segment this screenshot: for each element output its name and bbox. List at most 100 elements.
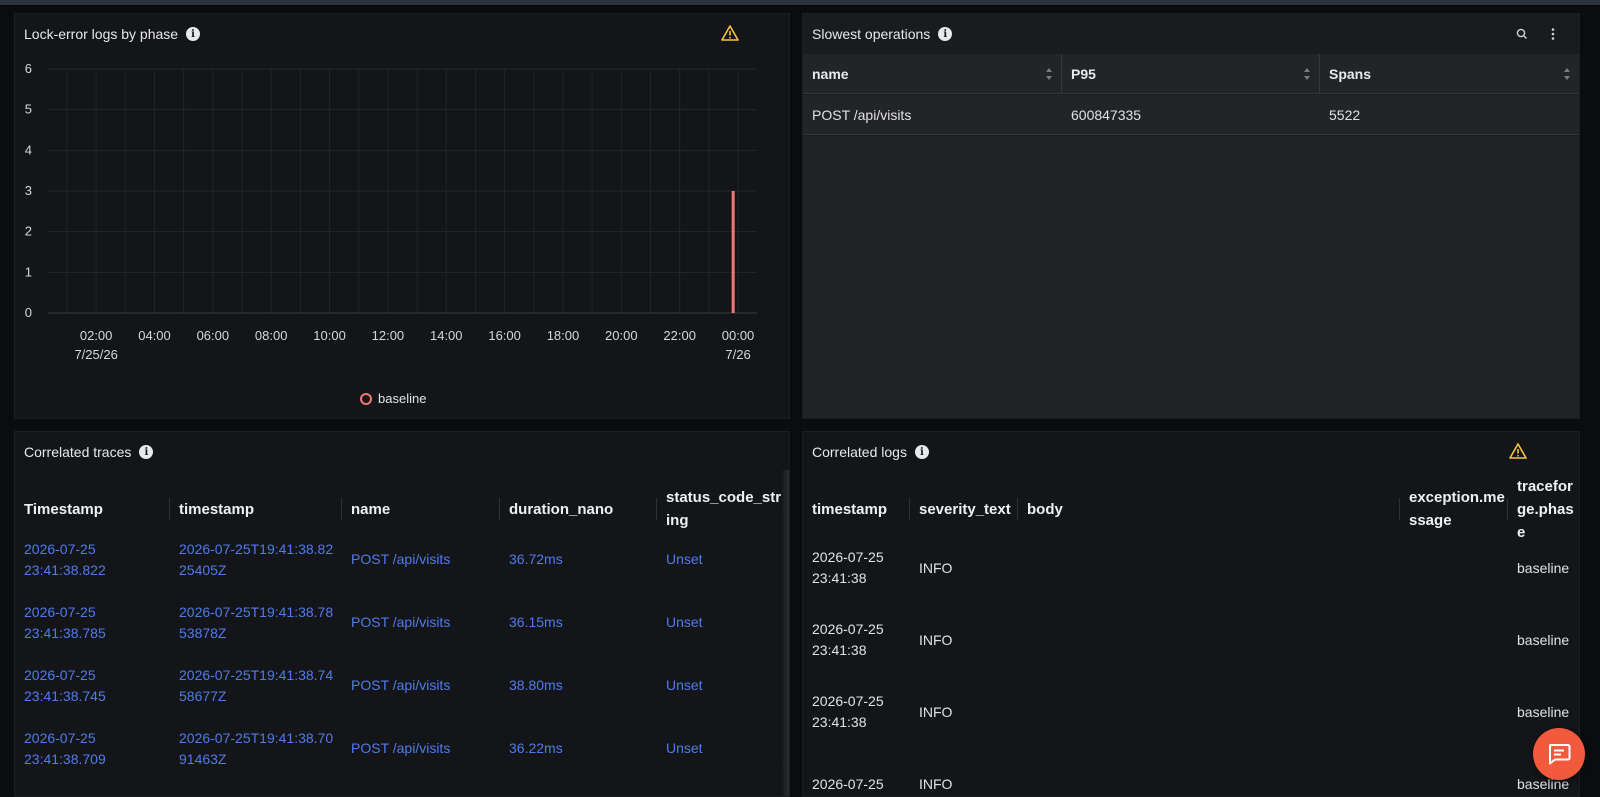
column-header-spans[interactable]: Spans	[1320, 54, 1579, 94]
cell-duration[interactable]: 36.72ms	[500, 528, 657, 591]
info-icon[interactable]: i	[914, 445, 929, 459]
cell-duration[interactable]: 38.80ms	[500, 654, 657, 717]
column-label: timestamp	[179, 500, 255, 518]
column-label: Spans	[1329, 66, 1372, 82]
cell-timestamp[interactable]: 2026-07-25 23:41:38.709	[15, 717, 170, 780]
search-icon[interactable]	[1514, 26, 1530, 42]
x-tick-label: 14:00	[430, 328, 463, 343]
column-label: exception.message	[1409, 489, 1505, 529]
cell-body	[1018, 676, 1400, 748]
y-tick-label: 2	[25, 224, 32, 239]
chat-icon	[1549, 744, 1571, 765]
cell-timestamp[interactable]: 2026-07-25 23:41:38.745	[15, 654, 170, 717]
table-row[interactable]: 2026-07-25 23:41:38.745 2026-07-25T19:41:…	[15, 654, 783, 717]
data-bar-baseline	[731, 191, 735, 313]
sort-icon[interactable]	[1303, 67, 1311, 81]
cell-timestamp-raw[interactable]: 2026-07-25T19:41:38.7091463Z	[170, 717, 342, 780]
chat-button[interactable]	[1533, 728, 1585, 780]
sort-icon[interactable]	[1045, 67, 1053, 81]
table-row[interactable]: 2026-07-25 23:41:38.822 2026-07-25T19:41:…	[15, 528, 783, 591]
table-empty-area	[803, 136, 1579, 418]
table-header: timestamp severity_text body exception.m…	[803, 478, 1579, 540]
column-label: body	[1027, 500, 1063, 518]
info-icon[interactable]: i	[139, 445, 154, 459]
traces-title: Correlated traces	[24, 444, 132, 460]
cell-status[interactable]: Unset	[657, 528, 783, 591]
table-row[interactable]: 2026-07-25 23:41:38.785 2026-07-25T19:41:…	[15, 591, 783, 654]
more-vertical-icon[interactable]	[1545, 26, 1561, 42]
cell-name[interactable]: POST /api/visits	[342, 591, 500, 654]
table-row[interactable]: 2026-07-25 23:41:38.709 2026-07-25T19:41:…	[15, 717, 783, 780]
cell-timestamp-raw[interactable]: 2026-07-25T19:41:38.7458677Z	[170, 654, 342, 717]
chart-legend[interactable]: baseline	[360, 391, 426, 406]
table-row[interactable]: POST /api/visits 600847335 5522	[803, 95, 1579, 135]
column-label: status_code_string	[666, 489, 782, 529]
x-tick-label: 12:00	[372, 328, 405, 343]
column-header-phase[interactable]: traceforge.phase	[1508, 478, 1579, 540]
x-tick-label: 20:00	[605, 328, 638, 343]
cell-phase: baseline	[1517, 631, 1570, 648]
column-header-body[interactable]: body	[1018, 478, 1400, 540]
cell-duration[interactable]: 36.22ms	[500, 717, 657, 780]
y-tick-label: 6	[25, 61, 32, 76]
cell-status[interactable]: Unset	[657, 717, 783, 780]
cell-name: POST /api/visits	[812, 107, 912, 123]
lock-error-panel: Lock-error logs by phase i 0 1 2 3 4 5 6 02:00 7…	[14, 13, 790, 419]
cell-timestamp: 2026-07-25	[812, 775, 884, 792]
info-icon[interactable]: i	[938, 27, 953, 41]
warning-icon[interactable]	[1509, 443, 1527, 459]
column-label: traceforge.phase	[1517, 478, 1574, 540]
x-tick-label: 22:00	[663, 328, 696, 343]
cell-status[interactable]: Unset	[657, 654, 783, 717]
cell-exception	[1400, 676, 1508, 748]
table-header: name P95 Spans	[803, 54, 1579, 94]
cell-timestamp[interactable]: 2026-07-25 23:41:38.822	[15, 528, 170, 591]
scrollbar[interactable]	[781, 470, 789, 796]
cell-name[interactable]: POST /api/visits	[342, 717, 500, 780]
legend-label: baseline	[378, 391, 427, 406]
slowest-ops-panel: Slowest operations i name P95 Spans POST…	[802, 13, 1580, 419]
sort-icon[interactable]	[1563, 67, 1571, 81]
column-label: duration_nano	[509, 500, 614, 518]
cell-name[interactable]: POST /api/visits	[342, 654, 500, 717]
table-row[interactable]: 2026-07-25 23:41:38 INFO baseline	[803, 604, 1579, 676]
cell-exception	[1400, 604, 1508, 676]
column-label: name	[351, 500, 391, 518]
table-row[interactable]: 2026-07-25 INFO baseline	[803, 748, 1579, 796]
panel-title: Correlated logs i	[812, 444, 929, 460]
column-header-exception[interactable]: exception.message	[1400, 478, 1508, 540]
y-tick-label: 3	[25, 183, 32, 198]
cell-timestamp: 2026-07-25 23:41:38	[812, 549, 884, 586]
logs-panel: Correlated logs i timestamp severity_tex…	[802, 431, 1580, 797]
cell-body	[1018, 604, 1400, 676]
slowest-ops-title: Slowest operations	[812, 26, 931, 42]
cell-p95: 600847335	[1071, 107, 1142, 123]
cell-severity: INFO	[919, 631, 953, 648]
column-label: Timestamp	[24, 500, 103, 518]
cell-timestamp-raw[interactable]: 2026-07-25T19:41:38.7853878Z	[170, 591, 342, 654]
y-tick-label: 4	[25, 142, 32, 157]
y-tick-label: 1	[25, 264, 32, 279]
column-header-severity[interactable]: severity_text	[910, 478, 1018, 540]
table-row[interactable]: 2026-07-25 23:41:38 INFO baseline	[803, 532, 1579, 604]
table-row[interactable]: 2026-07-25 23:41:38 INFO baseline	[803, 676, 1579, 748]
column-header-p95[interactable]: P95	[1062, 54, 1320, 94]
cell-timestamp: 2026-07-25 23:41:38	[812, 693, 884, 730]
cell-duration[interactable]: 36.15ms	[500, 591, 657, 654]
column-header-name[interactable]: name	[803, 54, 1062, 94]
cell-exception	[1400, 532, 1508, 604]
cell-exception	[1400, 748, 1508, 796]
top-bar	[0, 0, 1600, 5]
x-tick-label: 7/26	[725, 347, 750, 362]
cell-status[interactable]: Unset	[657, 591, 783, 654]
y-tick-label: 5	[25, 102, 32, 117]
cell-timestamp[interactable]: 2026-07-25 23:41:38.785	[15, 591, 170, 654]
column-label: severity_text	[919, 500, 1011, 518]
cell-name[interactable]: POST /api/visits	[342, 528, 500, 591]
cell-timestamp-raw[interactable]: 2026-07-25T19:41:38.8225405Z	[170, 528, 342, 591]
column-header-timestamp[interactable]: timestamp	[803, 478, 910, 540]
column-label: P95	[1071, 66, 1096, 82]
column-label: name	[812, 66, 849, 82]
cell-body	[1018, 748, 1400, 796]
x-tick-label: 04:00	[138, 328, 171, 343]
